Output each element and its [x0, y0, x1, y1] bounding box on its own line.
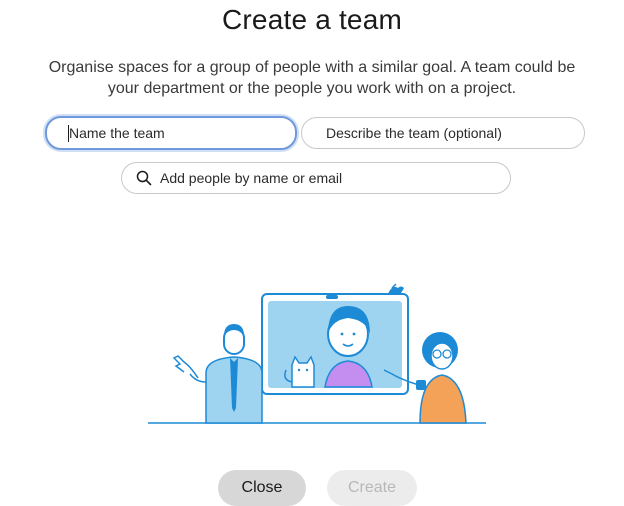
subtitle-line-1: Organise spaces for a group of people wi… [48, 59, 576, 76]
team-name-field[interactable] [45, 116, 297, 150]
add-people-field[interactable] [121, 162, 511, 194]
team-video-call-illustration [148, 283, 486, 424]
team-description-field[interactable] [301, 117, 585, 149]
add-people-input[interactable] [160, 170, 510, 186]
team-description-input[interactable] [326, 125, 584, 141]
search-icon [136, 170, 152, 186]
text-caret [68, 125, 69, 142]
team-name-input[interactable] [69, 125, 295, 141]
subtitle-line-2: your department or the people you work w… [107, 80, 517, 97]
dialog-title: Create a team [221, 4, 403, 35]
dialog-subtitle: Organise spaces for a group of people wi… [10, 57, 614, 99]
close-button[interactable]: Close [218, 470, 306, 506]
create-button[interactable]: Create [327, 470, 417, 506]
